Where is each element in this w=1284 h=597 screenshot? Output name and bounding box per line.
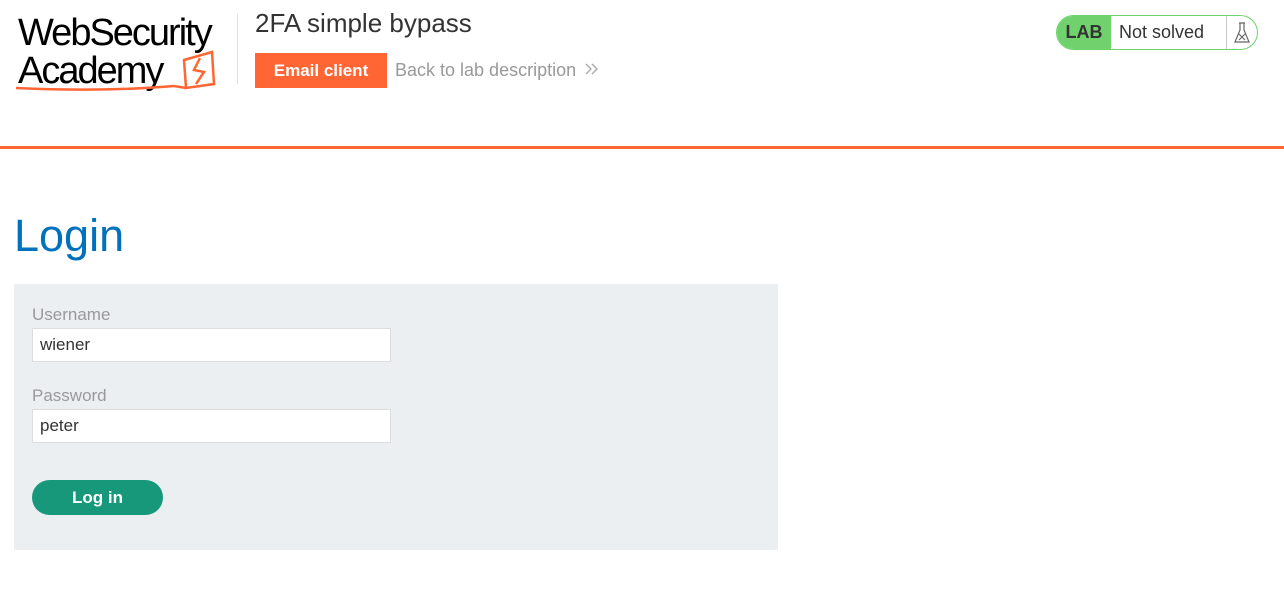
back-link-label: Back to lab description: [395, 60, 577, 80]
flask-icon[interactable]: [1227, 16, 1257, 49]
lab-state-text: Not solved: [1111, 16, 1227, 49]
login-button[interactable]: Log in: [32, 480, 163, 515]
password-label: Password: [32, 386, 107, 405]
email-client-button[interactable]: Email client: [255, 53, 387, 88]
back-to-lab-description-link[interactable]: Back to lab description: [395, 60, 599, 81]
lab-status-widget: LAB Not solved: [1056, 15, 1258, 50]
lab-badge: LAB: [1057, 16, 1111, 49]
web-security-academy-logo[interactable]: WebSecurity Academy: [14, 12, 236, 96]
username-input[interactable]: [32, 328, 391, 362]
username-label: Username: [32, 305, 111, 324]
double-chevron-right-icon: [585, 60, 599, 81]
lab-title: 2FA simple bypass: [255, 8, 472, 38]
login-form: Username Password Log in: [14, 284, 778, 550]
site-header: WebSecurity Academy 2FA simple bypass Em…: [0, 0, 1284, 149]
academy-bolt-icon: [15, 50, 216, 91]
header-divider: [237, 14, 238, 84]
page-title: Login: [14, 210, 125, 261]
password-input[interactable]: [32, 409, 391, 443]
